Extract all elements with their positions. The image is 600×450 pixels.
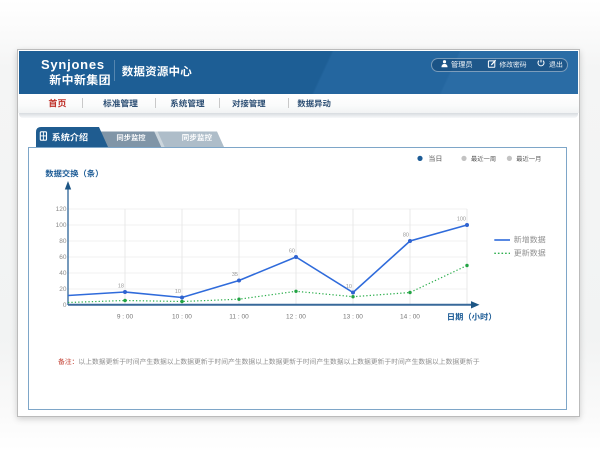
svg-text:120: 120 — [56, 206, 67, 213]
svg-text:14 : 00: 14 : 00 — [400, 314, 420, 321]
svg-text:80: 80 — [59, 238, 67, 245]
svg-text:60: 60 — [59, 254, 67, 261]
svg-text:100: 100 — [457, 217, 466, 223]
svg-text:11 : 00: 11 : 00 — [229, 314, 249, 321]
svg-text:10: 10 — [346, 284, 352, 290]
svg-text:20: 20 — [59, 286, 67, 293]
svg-text:35: 35 — [232, 272, 238, 278]
svg-text:13 : 00: 13 : 00 — [343, 314, 363, 321]
svg-text:40: 40 — [59, 270, 67, 277]
svg-text:12 : 00: 12 : 00 — [286, 314, 306, 321]
svg-text:10: 10 — [175, 289, 181, 295]
svg-text:Synjones: Synjones — [41, 57, 105, 72]
svg-text:80: 80 — [403, 233, 409, 239]
svg-text:0: 0 — [63, 302, 67, 309]
svg-text:60: 60 — [289, 249, 295, 255]
svg-text:100: 100 — [56, 222, 67, 229]
svg-text:9 : 00: 9 : 00 — [117, 314, 134, 321]
svg-text:10 : 00: 10 : 00 — [172, 314, 192, 321]
svg-text:18: 18 — [118, 284, 124, 290]
